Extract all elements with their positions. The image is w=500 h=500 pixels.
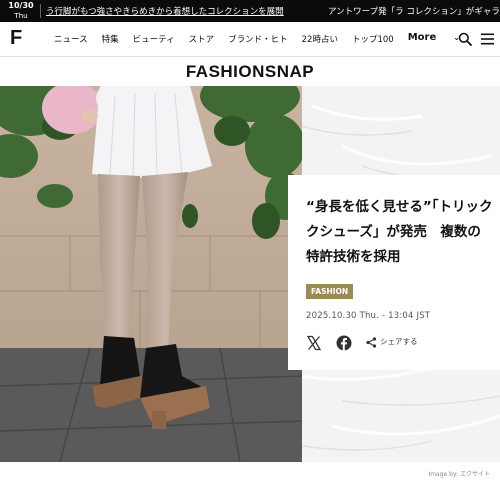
nav-item-horoscope[interactable]: 22時占い bbox=[302, 33, 338, 45]
nav-item-beauty[interactable]: ビューティ bbox=[133, 33, 175, 45]
category-badge[interactable]: FASHION bbox=[306, 284, 354, 299]
publish-date: 2025.10.30 Thu. - 13:04 JST bbox=[306, 311, 431, 321]
share-icon bbox=[366, 336, 377, 348]
share-row: シェアする bbox=[306, 335, 500, 353]
share-button[interactable]: シェアする bbox=[366, 336, 418, 348]
search-icon[interactable] bbox=[458, 32, 472, 46]
brand-header: FASHIONSNAP bbox=[0, 56, 500, 86]
nav-menu: ニュース 特集 ビューティ ストア ブランド・ヒト 22時占い トップ100 M… bbox=[54, 32, 488, 45]
ticker-date-value: 10/30 bbox=[8, 1, 34, 10]
ticker-date: 10/30 Thu bbox=[6, 1, 36, 21]
fashionsnap-wordmark[interactable]: FASHIONSNAP bbox=[0, 62, 500, 82]
x-share-icon[interactable] bbox=[306, 335, 322, 351]
nav-item-brand-people[interactable]: ブランド・ヒト bbox=[228, 33, 288, 45]
headline-line-3: 特許技術を採用 bbox=[306, 249, 401, 265]
image-credit: Image by: エクサイト bbox=[428, 471, 490, 478]
hamburger-menu-icon[interactable] bbox=[481, 33, 494, 45]
headline-line-2: クシューズ」が発売 複数の bbox=[306, 224, 481, 240]
nav-item-top100[interactable]: トップ100 bbox=[352, 33, 394, 45]
article-hero-photo bbox=[0, 86, 302, 462]
nav-more-label: More bbox=[407, 32, 437, 43]
site-logo[interactable]: F bbox=[10, 27, 22, 50]
article-headline[interactable]: “身長を低く見せる”「トリック クシューズ」が発売 複数の 特許技術を採用 bbox=[306, 195, 500, 270]
share-label: シェアする bbox=[380, 337, 418, 346]
facebook-share-icon[interactable] bbox=[336, 335, 352, 351]
ticker-day: Thu bbox=[14, 12, 28, 20]
news-ticker: 10/30 Thu う行脚がもつ強さやきらめきから着想したコレクションを展開 ア… bbox=[0, 0, 500, 22]
nav-item-store[interactable]: ストア bbox=[189, 33, 215, 45]
nav-item-news[interactable]: ニュース bbox=[54, 33, 88, 45]
article-card[interactable]: “身長を低く見せる”「トリック クシューズ」が発売 複数の 特許技術を採用 FA… bbox=[288, 175, 500, 370]
ticker-headline-link[interactable]: う行脚がもつ強さやきらめきから着想したコレクションを展開 bbox=[46, 5, 284, 17]
ticker-headline-link-2[interactable]: アントワープ発「ラ コレクション」がギャラ bbox=[328, 5, 500, 17]
nav-item-features[interactable]: 特集 bbox=[102, 33, 119, 45]
ticker-divider bbox=[40, 4, 41, 18]
top-navigation: F ニュース 特集 ビューティ ストア ブランド・ヒト 22時占い トップ100… bbox=[0, 22, 500, 56]
article-hero: “身長を低く見せる”「トリック クシューズ」が発売 複数の 特許技術を採用 FA… bbox=[0, 86, 500, 462]
headline-line-1: “身長を低く見せる”「トリック bbox=[306, 199, 493, 215]
